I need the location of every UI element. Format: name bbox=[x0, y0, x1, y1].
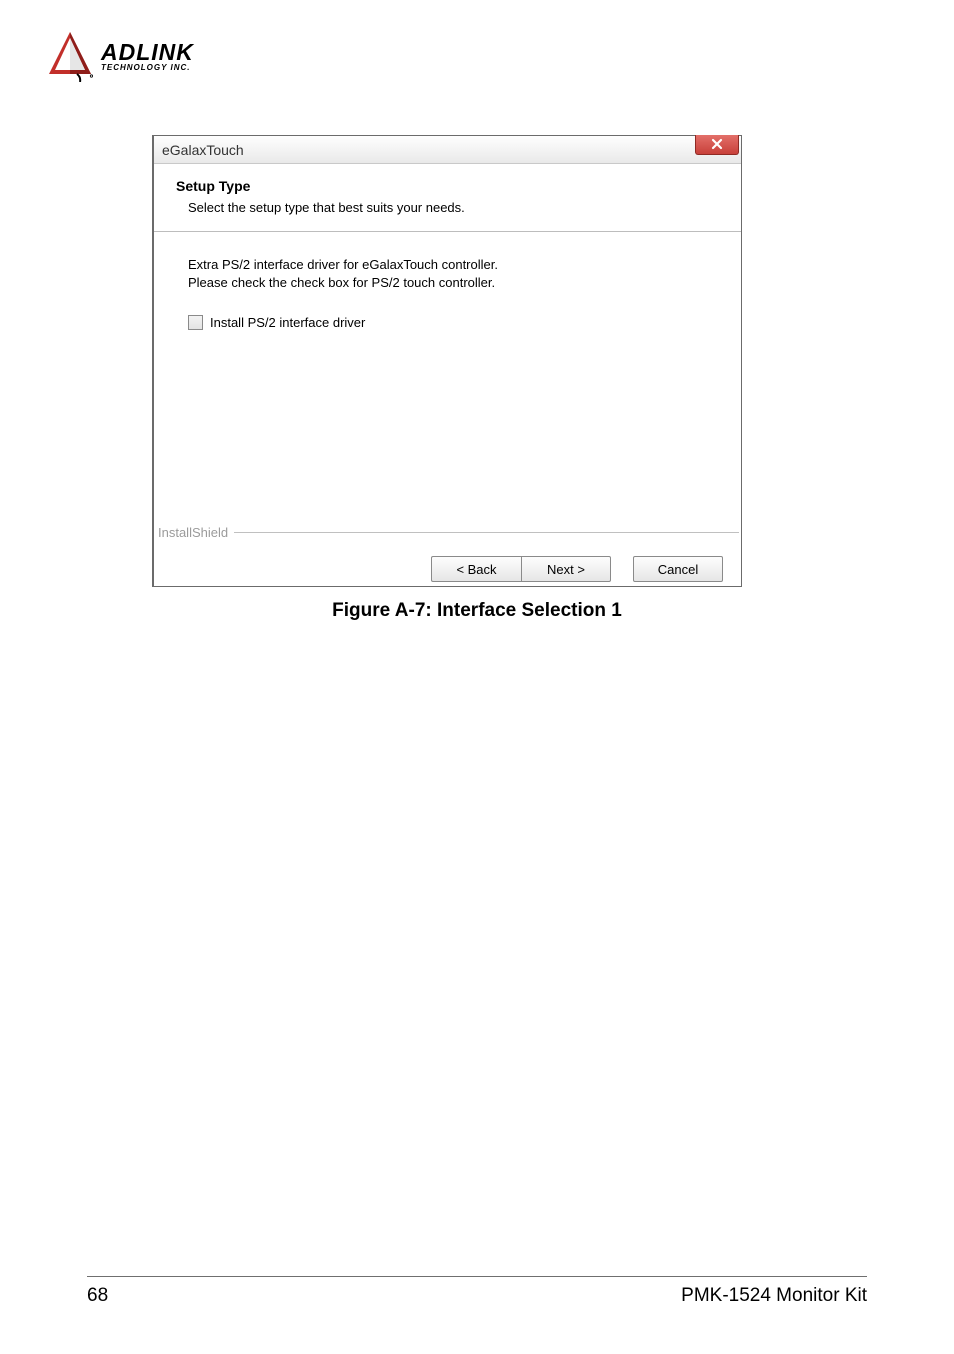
dialog-heading: Setup Type bbox=[176, 178, 719, 194]
adlink-triangle-icon bbox=[47, 30, 93, 82]
figure-caption: Figure A-7: Interface Selection 1 bbox=[0, 600, 954, 622]
page-number: 68 bbox=[87, 1285, 108, 1307]
dialog-title: eGalaxTouch bbox=[162, 142, 244, 158]
install-ps2-label: Install PS/2 interface driver bbox=[210, 315, 365, 330]
next-button[interactable]: Next > bbox=[521, 556, 611, 582]
ps2-checkbox-row: Install PS/2 interface driver bbox=[188, 315, 707, 330]
installshield-label: InstallShield bbox=[154, 525, 234, 540]
dialog-titlebar: eGalaxTouch bbox=[154, 136, 741, 164]
installshield-divider: InstallShield bbox=[154, 525, 741, 540]
dialog-body: Extra PS/2 interface driver for eGalaxTo… bbox=[154, 232, 741, 540]
company-logo: ADLINK TECHNOLOGY INC. bbox=[47, 30, 194, 82]
installer-dialog: eGalaxTouch Setup Type Select the setup … bbox=[152, 135, 742, 587]
close-icon bbox=[711, 138, 723, 150]
document-page: ADLINK TECHNOLOGY INC. eGalaxTouch Setup… bbox=[0, 0, 954, 1354]
body-line-1: Extra PS/2 interface driver for eGalaxTo… bbox=[188, 256, 707, 274]
back-button[interactable]: < Back bbox=[431, 556, 521, 582]
logo-main-text: ADLINK bbox=[101, 41, 194, 64]
body-line-2: Please check the check box for PS/2 touc… bbox=[188, 274, 707, 292]
page-footer: 68 PMK-1524 Monitor Kit bbox=[87, 1276, 867, 1307]
install-ps2-checkbox[interactable] bbox=[188, 315, 203, 330]
document-title: PMK-1524 Monitor Kit bbox=[681, 1285, 867, 1307]
back-next-group: < Back Next > bbox=[431, 556, 611, 582]
dialog-subheading: Select the setup type that best suits yo… bbox=[188, 200, 719, 215]
logo-sub-text: TECHNOLOGY INC. bbox=[101, 64, 194, 72]
logo-text: ADLINK TECHNOLOGY INC. bbox=[101, 41, 194, 72]
dialog-header-section: Setup Type Select the setup type that be… bbox=[154, 164, 741, 232]
cancel-button[interactable]: Cancel bbox=[633, 556, 723, 582]
divider-line bbox=[234, 532, 739, 533]
close-button[interactable] bbox=[695, 135, 739, 155]
dialog-button-bar: < Back Next > Cancel bbox=[154, 540, 741, 598]
